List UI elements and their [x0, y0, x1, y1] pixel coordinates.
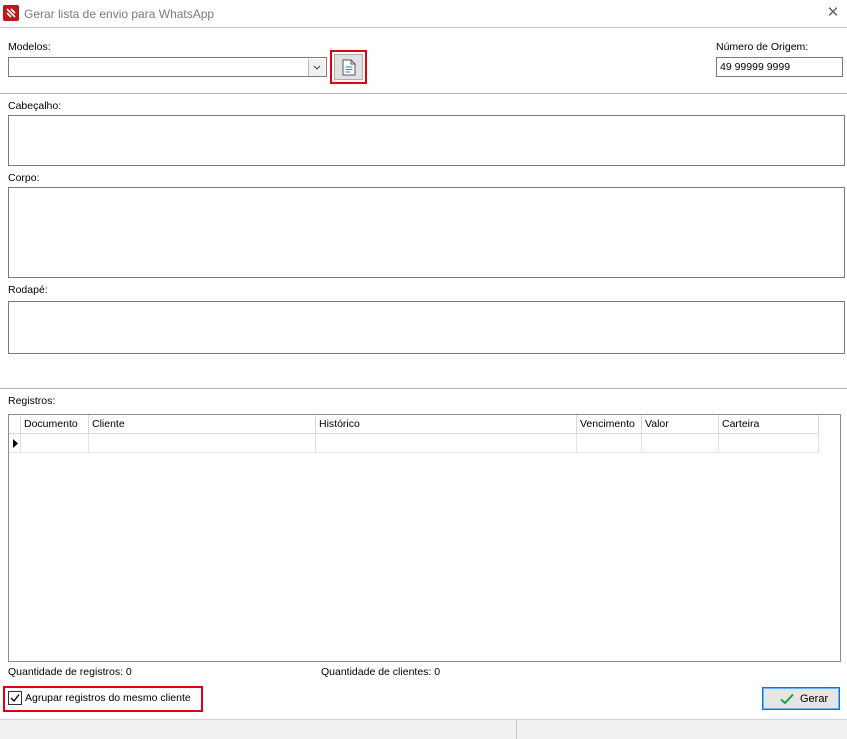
- status-bar: [0, 719, 847, 739]
- app-logo-icon: [3, 5, 19, 21]
- origem-input[interactable]: 49 99999 9999: [716, 57, 843, 77]
- modelos-label: Modelos:: [8, 41, 51, 53]
- cabecalho-label: Cabeçalho:: [8, 100, 62, 112]
- rodape-label: Rodapé:: [8, 284, 48, 296]
- rodape-textarea[interactable]: [8, 301, 845, 354]
- corpo-textarea[interactable]: [8, 187, 845, 278]
- registros-label: Registros:: [8, 395, 56, 407]
- column-header-vencimento[interactable]: Vencimento: [577, 415, 642, 434]
- gerar-button[interactable]: Gerar: [762, 687, 840, 710]
- column-header-historico[interactable]: Histórico: [316, 415, 577, 434]
- column-header-valor[interactable]: Valor: [642, 415, 719, 434]
- qtd-registros: Quantidade de registros: 0: [8, 666, 132, 678]
- modelos-select[interactable]: [8, 57, 327, 77]
- corpo-label: Corpo:: [8, 172, 40, 184]
- row-indicator[interactable]: [9, 434, 21, 453]
- agrupar-checkbox[interactable]: [8, 691, 22, 705]
- column-header-cliente[interactable]: Cliente: [89, 415, 316, 434]
- agrupar-label[interactable]: Agrupar registros do mesmo cliente: [25, 692, 191, 704]
- check-icon: [780, 693, 794, 708]
- close-icon[interactable]: ✕: [824, 4, 842, 22]
- title-bar: Gerar lista de envio para WhatsApp ✕: [0, 0, 847, 28]
- origem-label: Número de Origem:: [716, 41, 809, 53]
- divider: [0, 388, 847, 389]
- qtd-clientes: Quantidade de clientes: 0: [321, 666, 441, 678]
- table-cell[interactable]: [21, 434, 89, 453]
- cabecalho-textarea[interactable]: [8, 115, 845, 166]
- table-cell[interactable]: [577, 434, 642, 453]
- document-button[interactable]: [334, 54, 363, 80]
- table-cell[interactable]: [89, 434, 316, 453]
- document-icon: [342, 59, 356, 79]
- gerar-label: Gerar: [800, 693, 829, 705]
- column-header-carteira[interactable]: Carteira: [719, 415, 819, 434]
- status-divider: [516, 720, 517, 739]
- row-header-corner: [9, 415, 21, 434]
- window-title: Gerar lista de envio para WhatsApp: [24, 7, 215, 21]
- table-cell[interactable]: [642, 434, 719, 453]
- checkmark-icon: [10, 694, 20, 703]
- origem-value: 49 99999 9999: [720, 61, 791, 73]
- chevron-down-icon[interactable]: [308, 59, 325, 76]
- table-cell[interactable]: [316, 434, 577, 453]
- column-header-documento[interactable]: Documento: [21, 415, 89, 434]
- registros-grid[interactable]: Documento Cliente Histórico Vencimento V…: [8, 414, 841, 662]
- divider: [0, 93, 847, 94]
- table-cell[interactable]: [719, 434, 819, 453]
